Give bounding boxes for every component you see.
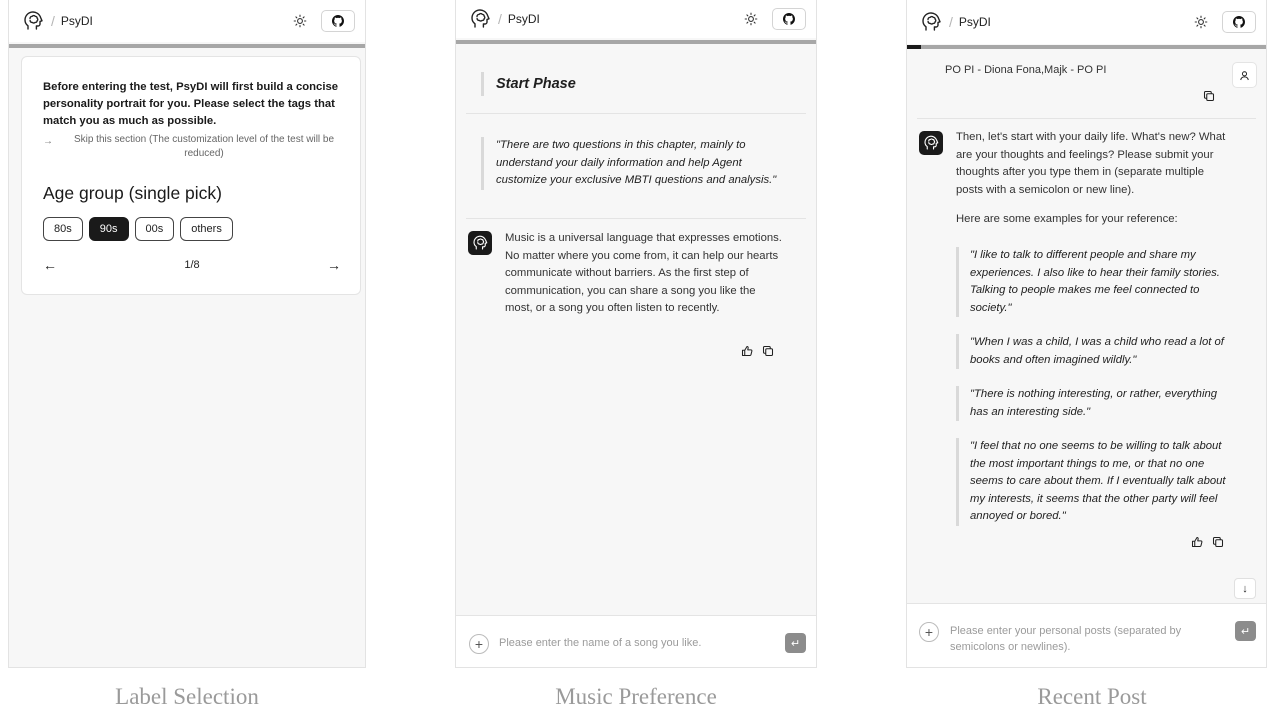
- posts-input[interactable]: Please enter your personal posts (separa…: [950, 624, 1220, 655]
- agent-avatar: [468, 231, 492, 255]
- page-indicator: 1/8: [184, 259, 200, 271]
- github-button[interactable]: [1222, 11, 1256, 33]
- caption-recent-post: Recent Post: [1037, 684, 1147, 709]
- intro-text: Before entering the test, PsyDI will fir…: [43, 81, 339, 127]
- brain-head-icon[interactable]: [919, 10, 943, 34]
- agent-message: Then, let's start with your daily life. …: [956, 131, 1226, 196]
- github-button[interactable]: [321, 10, 355, 32]
- progress-fill: [907, 45, 922, 49]
- user-icon: [1240, 70, 1249, 80]
- top-bar: / PsyDI: [907, 0, 1266, 44]
- top-bar: / PsyDI: [456, 0, 816, 38]
- example-quote: "When I was a child, I was a child who r…: [956, 334, 1232, 369]
- progress-bar: [907, 45, 1266, 49]
- song-input[interactable]: Please enter the name of a song you like…: [499, 636, 701, 652]
- arrow-right-icon: →: [43, 136, 53, 147]
- agent-message: Music is a universal language that expre…: [505, 232, 782, 314]
- skip-section-label: Skip this section (The customization lev…: [73, 134, 335, 159]
- tag-options: 80s 90s 00s others: [43, 217, 233, 241]
- brain-head-icon[interactable]: [468, 7, 492, 31]
- phase-quote: "There are two questions in this chapter…: [481, 137, 781, 190]
- sun-icon[interactable]: [1194, 15, 1208, 29]
- thumbs-up-icon[interactable]: [741, 345, 753, 360]
- top-bar: / PsyDI: [9, 0, 365, 42]
- tag-option-others[interactable]: others: [180, 217, 233, 241]
- chat-input-bar: + Please enter the name of a song you li…: [456, 615, 816, 667]
- tag-option-80s[interactable]: 80s: [43, 217, 83, 241]
- caption-label-selection: Label Selection: [115, 684, 259, 709]
- breadcrumb-separator: /: [498, 11, 502, 27]
- tag-option-90s[interactable]: 90s: [88, 217, 129, 241]
- user-avatar[interactable]: [1232, 62, 1257, 88]
- tag-selection-card: Before entering the test, PsyDI will fir…: [21, 56, 361, 295]
- example-quote: "There is nothing interesting, or rather…: [956, 386, 1232, 421]
- chat-input-bar: + Please enter your personal posts (sepa…: [907, 603, 1266, 667]
- thumbs-up-icon[interactable]: [1191, 536, 1203, 551]
- skip-section-link[interactable]: → Skip this section (The customization l…: [43, 133, 343, 160]
- agent-avatar: [919, 131, 943, 155]
- example-quote: "I like to talk to different people and …: [956, 247, 1232, 317]
- next-page-button[interactable]: →: [327, 257, 341, 273]
- caption-music-preference: Music Preference: [555, 684, 717, 709]
- plus-icon[interactable]: +: [919, 622, 939, 642]
- divider: [466, 113, 806, 114]
- github-icon: [783, 13, 795, 25]
- question-title: Age group (single pick): [43, 183, 222, 203]
- github-button[interactable]: [772, 8, 806, 30]
- breadcrumb-separator: /: [949, 14, 953, 30]
- send-button[interactable]: ↵: [1235, 621, 1256, 641]
- scroll-down-button[interactable]: ↓: [1234, 578, 1256, 599]
- tag-option-00s[interactable]: 00s: [134, 217, 175, 241]
- progress-bar: [9, 44, 365, 48]
- pager: ← 1/8 →: [43, 257, 341, 275]
- app-title[interactable]: PsyDI: [959, 15, 991, 29]
- brain-head-icon: [473, 235, 488, 250]
- copy-icon[interactable]: [1212, 536, 1224, 551]
- user-message: PO PI - Diona Fona,Majk - PO PI: [945, 64, 1107, 76]
- music-preference-panel: / PsyDI Start Phase "There are two quest…: [455, 0, 817, 668]
- progress-bar: [456, 40, 816, 44]
- sun-icon[interactable]: [293, 14, 307, 28]
- label-selection-panel: / PsyDI Before entering the test, PsyDI …: [8, 0, 366, 668]
- copy-icon[interactable]: [762, 345, 774, 360]
- message-actions: [1191, 536, 1224, 551]
- breadcrumb-separator: /: [51, 13, 55, 29]
- examples-intro: Here are some examples for your referenc…: [956, 213, 1178, 225]
- sun-icon[interactable]: [744, 12, 758, 26]
- message-actions: [741, 345, 774, 360]
- github-icon: [1233, 16, 1245, 28]
- phase-title: Start Phase: [481, 72, 576, 96]
- divider: [466, 218, 806, 219]
- copy-icon[interactable]: [1203, 90, 1215, 105]
- brain-head-icon: [924, 135, 939, 150]
- recent-post-panel: / PsyDI PO PI - Diona Fona,Majk - PO PI …: [906, 0, 1267, 668]
- divider: [917, 118, 1256, 119]
- app-title[interactable]: PsyDI: [61, 14, 93, 28]
- brain-head-icon[interactable]: [21, 9, 45, 33]
- send-button[interactable]: ↵: [785, 633, 806, 653]
- app-title[interactable]: PsyDI: [508, 12, 540, 26]
- example-quote: "I feel that no one seems to be willing …: [956, 438, 1232, 526]
- plus-icon[interactable]: +: [469, 634, 489, 654]
- github-icon: [332, 15, 344, 27]
